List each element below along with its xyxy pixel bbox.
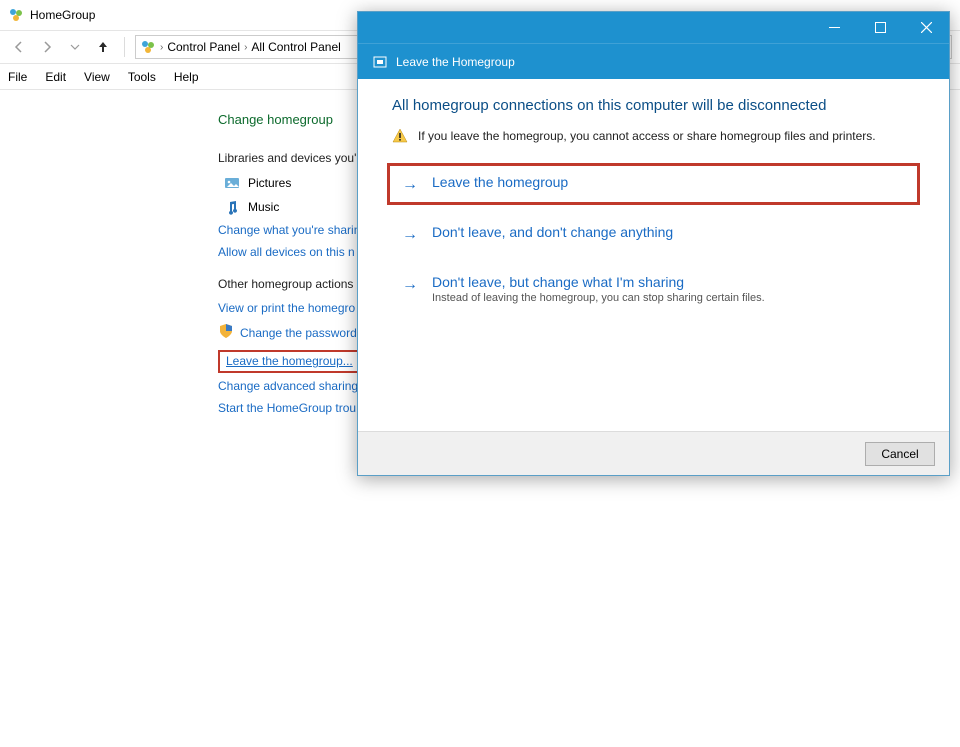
arrow-right-icon: → [402, 224, 418, 244]
arrow-right-icon: → [402, 174, 418, 194]
warning-icon [392, 128, 408, 144]
option-label: Leave the homegroup [432, 174, 568, 190]
breadcrumb-part[interactable]: All Control Panel [251, 40, 340, 54]
link-leave-homegroup-highlight: Leave the homegroup... [218, 350, 361, 373]
up-button[interactable] [92, 36, 114, 58]
menu-tools[interactable]: Tools [128, 70, 156, 84]
menu-view[interactable]: View [84, 70, 110, 84]
option-leave-homegroup[interactable]: → Leave the homegroup [392, 168, 915, 200]
dialog-heading: All homegroup connections on this comput… [392, 97, 915, 114]
menu-help[interactable]: Help [174, 70, 199, 84]
homegroup-icon [140, 39, 156, 55]
dialog-warning-row: If you leave the homegroup, you cannot a… [392, 128, 915, 144]
dialog-title: Leave the Homegroup [396, 55, 515, 69]
option-change-sharing[interactable]: → Don't leave, but change what I'm shari… [392, 268, 915, 310]
menu-file[interactable]: File [8, 70, 27, 84]
option-label: Don't leave, but change what I'm sharing [432, 274, 765, 290]
option-dont-leave[interactable]: → Don't leave, and don't change anything [392, 218, 915, 250]
back-button[interactable] [8, 36, 30, 58]
maximize-button[interactable] [857, 12, 903, 43]
dialog-header: Leave the Homegroup [358, 43, 949, 79]
close-button[interactable] [903, 12, 949, 43]
chevron-right-icon: › [244, 42, 247, 53]
nav-separator [124, 37, 125, 57]
library-label: Music [248, 200, 279, 214]
breadcrumb-part[interactable]: Control Panel [167, 40, 240, 54]
music-icon [224, 199, 240, 215]
cancel-button[interactable]: Cancel [865, 442, 935, 466]
homegroup-dialog-icon [372, 54, 388, 70]
chevron-right-icon: › [160, 42, 163, 53]
main-window-title: HomeGroup [30, 8, 95, 22]
dialog-footer: Cancel [358, 431, 949, 475]
homegroup-icon [8, 7, 24, 23]
pictures-icon [224, 175, 240, 191]
option-label: Don't leave, and don't change anything [432, 224, 673, 240]
menu-edit[interactable]: Edit [45, 70, 66, 84]
link-leave-homegroup[interactable]: Leave the homegroup... [226, 354, 353, 368]
link-label: Change the password [240, 326, 357, 340]
library-label: Pictures [248, 176, 291, 190]
shield-icon [218, 323, 234, 342]
option-subtext: Instead of leaving the homegroup, you ca… [432, 292, 765, 304]
recent-dropdown[interactable] [64, 36, 86, 58]
arrow-right-icon: → [402, 274, 418, 304]
minimize-button[interactable] [811, 12, 857, 43]
forward-button[interactable] [36, 36, 58, 58]
dialog-titlebar [358, 12, 949, 43]
dialog-warning-text: If you leave the homegroup, you cannot a… [418, 129, 876, 143]
dialog-body: All homegroup connections on this comput… [358, 79, 949, 431]
leave-homegroup-dialog: Leave the Homegroup All homegroup connec… [357, 11, 950, 476]
